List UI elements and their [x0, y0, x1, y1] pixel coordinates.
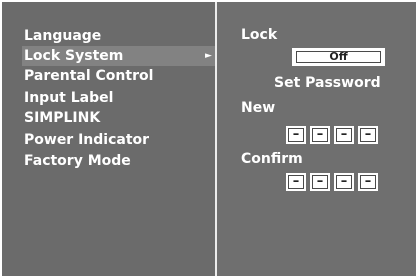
menu-item-input-label[interactable]: Input Label — [22, 88, 215, 108]
set-password-label: Set Password — [274, 75, 381, 91]
confirm-pin-digit-2[interactable]: – — [310, 173, 330, 191]
confirm-password-label: Confirm — [241, 151, 303, 167]
menu-item-label: SIMPLINK — [24, 110, 101, 126]
menu-item-label: Lock System — [24, 48, 124, 64]
menu-item-parental-control[interactable]: Parental Control — [22, 66, 215, 86]
menu-item-power-indicator[interactable]: Power Indicator — [22, 130, 215, 150]
menu-item-factory-mode[interactable]: Factory Mode — [22, 151, 215, 171]
menu-item-lock-system[interactable]: Lock System ► — [22, 46, 215, 66]
new-pin-digit-3[interactable]: – — [334, 126, 354, 144]
menu-item-language[interactable]: Language — [22, 26, 215, 46]
confirm-pin-digit-1[interactable]: – — [286, 173, 306, 191]
menu-item-simplink[interactable]: SIMPLINK — [22, 108, 215, 128]
confirm-pin-digit-3[interactable]: – — [334, 173, 354, 191]
new-password-label: New — [241, 100, 276, 116]
menu-item-label: Parental Control — [24, 68, 154, 84]
new-pin-digit-4[interactable]: – — [358, 126, 378, 144]
menu-item-label: Power Indicator — [24, 132, 150, 148]
right-triangle-icon: ► — [205, 51, 212, 61]
confirm-pin-digit-4[interactable]: – — [358, 173, 378, 191]
lock-value: Off — [329, 50, 348, 63]
lock-toggle[interactable]: Off — [292, 48, 385, 66]
new-pin-digit-2[interactable]: – — [310, 126, 330, 144]
new-pin-digit-1[interactable]: – — [286, 126, 306, 144]
lock-label: Lock — [241, 27, 278, 43]
menu-item-label: Language — [24, 28, 102, 44]
menu-item-label: Factory Mode — [24, 153, 131, 169]
menu-item-label: Input Label — [24, 90, 114, 106]
